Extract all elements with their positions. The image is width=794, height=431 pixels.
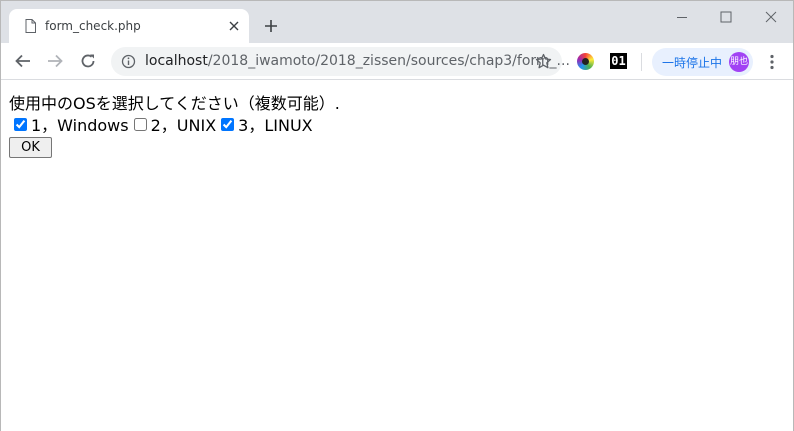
ok-button[interactable]: OK [9,137,52,158]
tab-strip: form_check.php [1,1,793,43]
checkbox-unix[interactable] [133,117,147,131]
profile-pause-button[interactable]: 一時停止中 朋也 [652,48,753,76]
tab-title: form_check.php [45,19,141,33]
maximize-icon[interactable] [716,7,736,27]
option-label-windows[interactable]: 1，Windows [31,112,129,136]
close-window-icon[interactable] [761,7,781,27]
new-tab-icon[interactable] [263,18,279,34]
checkbox-windows[interactable] [14,117,27,131]
forward-arrow-icon[interactable] [46,52,64,70]
address-bar[interactable]: localhost/2018_iwamoto/2018_zissen/sourc… [111,47,570,76]
document-icon [25,19,36,33]
url-text[interactable]: localhost/2018_iwamoto/2018_zissen/sourc… [145,53,570,69]
bookmark-star-icon[interactable] [535,53,552,70]
question-text: 使用中のOSを選択してください（複数可能）. [9,94,340,113]
os-options: 1，Windows 2，UNIX 3，LINUX [9,112,313,136]
browser-window: form_check.php localhost/2018_iwamoto/20… [0,0,794,431]
pause-label: 一時停止中 [662,56,723,70]
back-arrow-icon[interactable] [14,52,32,70]
more-menu-icon[interactable] [764,53,780,71]
toolbar-divider [641,53,642,71]
color-picker-extension-icon[interactable] [577,53,594,70]
reload-icon[interactable] [79,52,97,70]
site-info-icon[interactable] [121,54,136,69]
avatar: 朋也 [729,52,749,72]
option-label-linux[interactable]: 3，LINUX [238,112,312,136]
extension-01-icon[interactable]: 01 [610,53,627,69]
checkbox-linux[interactable] [221,117,235,131]
page-content: 使用中のOSを選択してください（複数可能）. 1，Windows 2，UNIX … [1,81,793,431]
url-host: localhost [145,53,208,69]
minimize-icon[interactable] [672,7,692,27]
url-path: /2018_iwamoto/2018_zissen/sources/chap3/… [207,53,570,69]
tab-form-check[interactable]: form_check.php [9,9,249,43]
toolbar: localhost/2018_iwamoto/2018_zissen/sourc… [1,43,793,80]
close-tab-icon[interactable] [226,18,242,34]
option-label-unix[interactable]: 2，UNIX [151,112,217,136]
